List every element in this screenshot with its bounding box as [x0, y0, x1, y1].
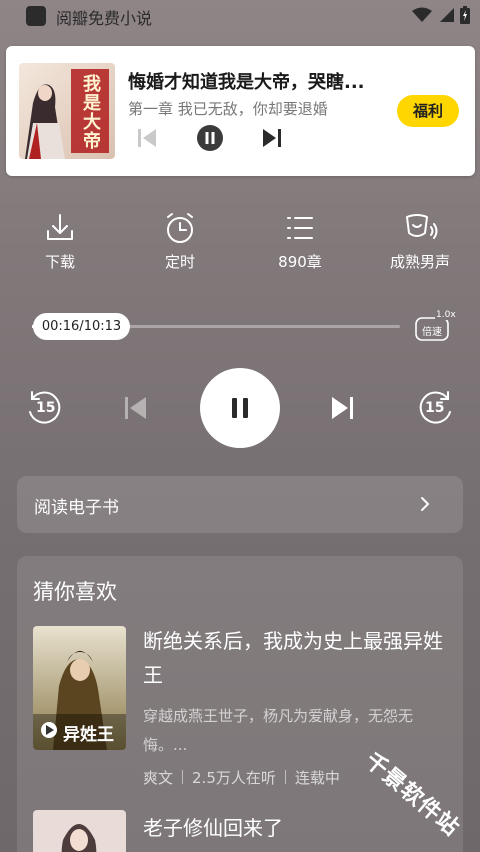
timer-button[interactable]: 定时: [140, 210, 220, 272]
watermark-text: 千景软件站: [359, 748, 464, 842]
chapters-button[interactable]: 890章: [260, 210, 340, 272]
watermark: 千景软件站: [360, 735, 475, 845]
rewind-label: 15: [36, 400, 56, 416]
book-listeners: 2.5万人在听: [192, 769, 276, 787]
timer-icon: [140, 210, 220, 246]
forward-label: 15: [425, 400, 445, 416]
read-ebook-label: 阅读电子书: [34, 498, 119, 518]
book-narrator: 爽文: [143, 769, 174, 787]
chapter-list-icon: [260, 210, 340, 246]
download-button[interactable]: 下载: [20, 210, 100, 272]
forward-15-button[interactable]: 15: [416, 388, 456, 428]
chevron-right-icon: [421, 497, 429, 511]
play-pause-button[interactable]: [200, 368, 280, 448]
voice-button[interactable]: 成熟男声: [380, 210, 460, 272]
recommend-heading: 猜你喜欢: [33, 580, 117, 604]
book-meta: 爽文 2.5万人在听 连载中: [143, 767, 340, 788]
system-icons: [412, 6, 470, 24]
voice-label: 成熟男声: [389, 253, 450, 271]
download-icon: [20, 210, 100, 246]
signal-icon: [440, 8, 454, 22]
pause-icon[interactable]: [196, 124, 224, 152]
read-ebook-row[interactable]: 阅读电子书: [17, 476, 463, 533]
divider: [182, 770, 184, 784]
book-cover[interactable]: 我是大帝: [19, 63, 115, 159]
book-title[interactable]: 悔婚才知道我是大帝，哭瞎...: [128, 68, 365, 94]
cover-title-text: 异姓王: [63, 725, 114, 745]
rewind-15-button[interactable]: 15: [24, 388, 64, 428]
app-title: 阅瓣免费小说: [56, 9, 153, 28]
speed-label: 倍速: [422, 327, 442, 338]
cover-title-text: 我是大帝: [83, 74, 101, 152]
divider: [284, 770, 286, 784]
book-title[interactable]: 断绝关系后，我成为史上最强异姓王: [143, 624, 453, 692]
skip-previous-icon[interactable]: [124, 395, 148, 421]
now-playing-card[interactable]: 我是大帝 悔婚才知道我是大帝，哭瞎... 第一章 我已无敌，你却要退婚 福利: [6, 46, 475, 176]
next-icon[interactable]: [262, 127, 282, 149]
book-title[interactable]: 老子修仙回来了: [143, 812, 283, 841]
previous-icon[interactable]: [137, 127, 157, 149]
progress-thumb-time[interactable]: 00:16/10:13: [33, 313, 130, 340]
voice-icon: [380, 210, 460, 246]
status-bar: 阅瓣免费小说: [0, 0, 480, 32]
book-status: 连载中: [294, 769, 340, 787]
chapter-title[interactable]: 第一章 我已无敌，你却要退婚: [128, 98, 328, 119]
welfare-button[interactable]: 福利: [397, 95, 459, 127]
mini-controls: [128, 123, 288, 153]
app-icon: [26, 6, 46, 26]
book-cover[interactable]: 异姓王: [33, 626, 126, 750]
skip-next-icon[interactable]: [330, 395, 354, 421]
timer-label: 定时: [164, 253, 195, 271]
download-label: 下载: [44, 253, 75, 271]
chapters-label: 890章: [278, 253, 322, 271]
wifi-icon: [412, 7, 432, 22]
pause-icon: [232, 398, 248, 418]
battery-icon: [460, 6, 470, 24]
book-cover[interactable]: [33, 810, 126, 852]
speed-button[interactable]: 1.0x 倍速: [414, 310, 457, 342]
speed-value: 1.0x: [435, 310, 457, 320]
